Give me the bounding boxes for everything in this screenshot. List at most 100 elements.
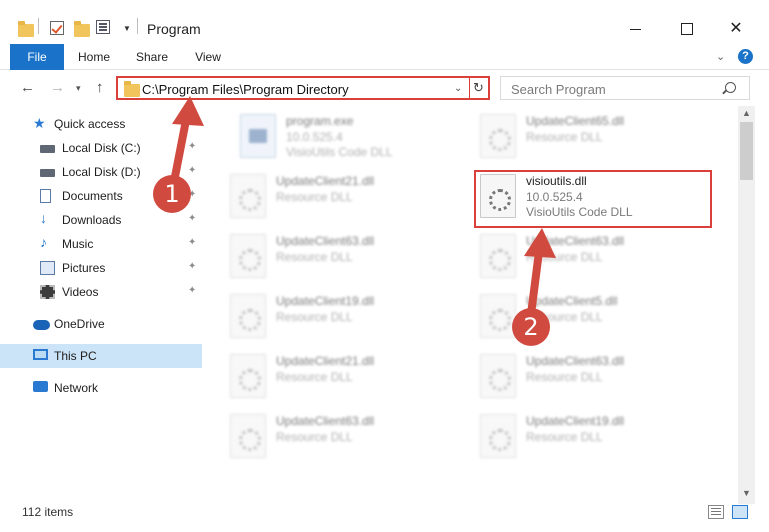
file-name: UpdateClient63.dll bbox=[276, 234, 375, 248]
file-description: VisioUtils Code DLL bbox=[286, 145, 393, 159]
customize-icon[interactable] bbox=[96, 20, 110, 34]
sidebar-item-onedrive[interactable]: OneDrive bbox=[0, 312, 202, 336]
file-item[interactable]: UpdateClient21.dll Resource DLL bbox=[216, 168, 456, 228]
file-name: UpdateClient21.dll bbox=[276, 174, 375, 188]
sidebar-item-label: Network bbox=[54, 381, 99, 395]
dll-file-icon bbox=[480, 114, 516, 158]
properties-check-icon[interactable] bbox=[50, 21, 64, 35]
sidebar-item-music[interactable]: ♪ Music ✦ bbox=[0, 232, 202, 256]
sidebar-item-label: Downloads bbox=[62, 213, 122, 227]
drive-icon bbox=[40, 145, 55, 153]
step-1-badge: 1 bbox=[153, 175, 191, 213]
file-description: Resource DLL bbox=[276, 370, 353, 384]
quick-access-dropdown-icon[interactable]: ▼ bbox=[123, 24, 131, 33]
downloads-icon: ↓ bbox=[40, 210, 47, 226]
new-folder-icon[interactable] bbox=[74, 21, 90, 37]
sidebar-item-label: Local Disk (D:) bbox=[62, 165, 141, 179]
music-icon: ♪ bbox=[40, 234, 47, 250]
sidebar-item-label: This PC bbox=[54, 349, 97, 363]
pin-icon[interactable]: ✦ bbox=[188, 141, 196, 152]
minimize-button[interactable] bbox=[613, 14, 659, 44]
up-arrow-icon[interactable]: ↑ bbox=[96, 79, 104, 96]
highlight-box bbox=[474, 170, 712, 228]
dll-file-icon bbox=[480, 354, 516, 398]
file-description: Resource DLL bbox=[276, 430, 353, 444]
pin-icon[interactable]: ✦ bbox=[188, 213, 196, 224]
search-icon[interactable] bbox=[725, 82, 736, 93]
file-item[interactable]: UpdateClient65.dll Resource DLL bbox=[466, 108, 706, 168]
step-2-badge: 2 bbox=[512, 308, 550, 346]
sidebar-item-quick-access[interactable]: ★ Quick access bbox=[0, 112, 202, 136]
scroll-thumb[interactable] bbox=[740, 122, 753, 180]
sidebar-item-label: Quick access bbox=[54, 117, 126, 131]
folder-icon bbox=[124, 81, 140, 97]
maximize-button[interactable] bbox=[663, 14, 709, 44]
file-name: UpdateClient63.dll bbox=[276, 414, 375, 428]
file-item[interactable]: UpdateClient63.dll Resource DLL bbox=[216, 408, 456, 468]
forward-arrow-icon[interactable]: → bbox=[50, 79, 65, 96]
tab-file[interactable]: File bbox=[10, 44, 64, 70]
expand-ribbon-icon[interactable]: ⌄ bbox=[716, 50, 725, 63]
tab-home[interactable]: Home bbox=[70, 44, 118, 70]
file-item[interactable]: UpdateClient19.dll Resource DLL bbox=[216, 288, 456, 348]
file-list: program.exe 10.0.525.4 VisioUtils Code D… bbox=[216, 108, 738, 498]
file-item[interactable]: UpdateClient63.dll Resource DLL bbox=[466, 228, 706, 288]
file-description: Resource DLL bbox=[526, 430, 603, 444]
vertical-scrollbar[interactable]: ▲ ▼ bbox=[738, 106, 755, 504]
sidebar-item-this-pc[interactable]: This PC bbox=[0, 344, 202, 368]
close-button[interactable]: ✕ bbox=[713, 14, 759, 44]
file-item[interactable]: UpdateClient63.dll Resource DLL bbox=[466, 348, 706, 408]
tab-share[interactable]: Share bbox=[128, 44, 176, 70]
computer-icon bbox=[33, 349, 48, 360]
navigation-bar: ← → ▾ ↑ C:\Program Files\Program Directo… bbox=[0, 71, 769, 103]
address-bar[interactable]: C:\Program Files\Program Directory ⌄ ↻ bbox=[116, 76, 490, 100]
sidebar-item-label: Documents bbox=[62, 189, 123, 203]
address-dropdown-icon[interactable]: ⌄ bbox=[454, 83, 462, 94]
address-path[interactable]: C:\Program Files\Program Directory bbox=[142, 82, 349, 97]
exe-file-icon bbox=[240, 114, 276, 158]
pin-icon[interactable]: ✦ bbox=[188, 285, 196, 296]
recent-locations-icon[interactable]: ▾ bbox=[76, 83, 81, 94]
file-name: UpdateClient65.dll bbox=[526, 114, 625, 128]
folder-icon bbox=[18, 21, 34, 37]
dll-file-icon bbox=[480, 294, 516, 338]
title-bar: ▼ Program ✕ bbox=[0, 0, 769, 40]
window-title: Program bbox=[147, 21, 201, 37]
file-name: UpdateClient19.dll bbox=[526, 414, 625, 428]
pin-icon[interactable]: ✦ bbox=[188, 165, 196, 176]
ribbon-tabs: File Home Share View ⌄ ? bbox=[0, 44, 769, 70]
documents-icon bbox=[40, 189, 51, 203]
scroll-up-icon[interactable]: ▲ bbox=[742, 108, 751, 118]
navigation-pane: ★ Quick access Local Disk (C:) ✦ Local D… bbox=[0, 110, 202, 500]
search-box[interactable]: Search Program bbox=[500, 76, 750, 100]
file-name: UpdateClient5.dll bbox=[526, 294, 618, 308]
sidebar-item-local-disk-c[interactable]: Local Disk (C:) ✦ bbox=[0, 136, 202, 160]
tab-view[interactable]: View bbox=[184, 44, 232, 70]
file-description: Resource DLL bbox=[526, 370, 603, 384]
sidebar-item-videos[interactable]: Videos ✦ bbox=[0, 280, 202, 304]
large-icons-view-icon[interactable] bbox=[732, 505, 748, 519]
back-arrow-icon[interactable]: ← bbox=[20, 79, 35, 96]
sidebar-item-label: Music bbox=[62, 237, 94, 251]
file-item[interactable]: UpdateClient63.dll Resource DLL bbox=[216, 228, 456, 288]
dll-file-icon bbox=[230, 294, 266, 338]
sidebar-item-pictures[interactable]: Pictures ✦ bbox=[0, 256, 202, 280]
file-item[interactable]: UpdateClient19.dll Resource DLL bbox=[466, 408, 706, 468]
scroll-down-icon[interactable]: ▼ bbox=[742, 488, 751, 498]
help-button[interactable]: ? bbox=[738, 49, 753, 64]
pin-icon[interactable]: ✦ bbox=[188, 237, 196, 248]
dll-file-icon bbox=[230, 174, 266, 218]
file-item[interactable]: UpdateClient5.dll Resource DLL bbox=[466, 288, 706, 348]
file-item[interactable]: program.exe 10.0.525.4 VisioUtils Code D… bbox=[226, 108, 466, 168]
dll-file-icon bbox=[230, 234, 266, 278]
refresh-icon[interactable]: ↻ bbox=[473, 80, 484, 96]
details-view-icon[interactable] bbox=[708, 505, 724, 519]
star-icon: ★ bbox=[33, 115, 46, 131]
search-input[interactable]: Search Program bbox=[511, 82, 606, 97]
file-item[interactable]: UpdateClient21.dll Resource DLL bbox=[216, 348, 456, 408]
pin-icon[interactable]: ✦ bbox=[188, 261, 196, 272]
sidebar-item-label: Pictures bbox=[62, 261, 106, 275]
dll-file-icon bbox=[230, 354, 266, 398]
drive-icon bbox=[40, 169, 55, 177]
sidebar-item-network[interactable]: Network bbox=[0, 376, 202, 400]
